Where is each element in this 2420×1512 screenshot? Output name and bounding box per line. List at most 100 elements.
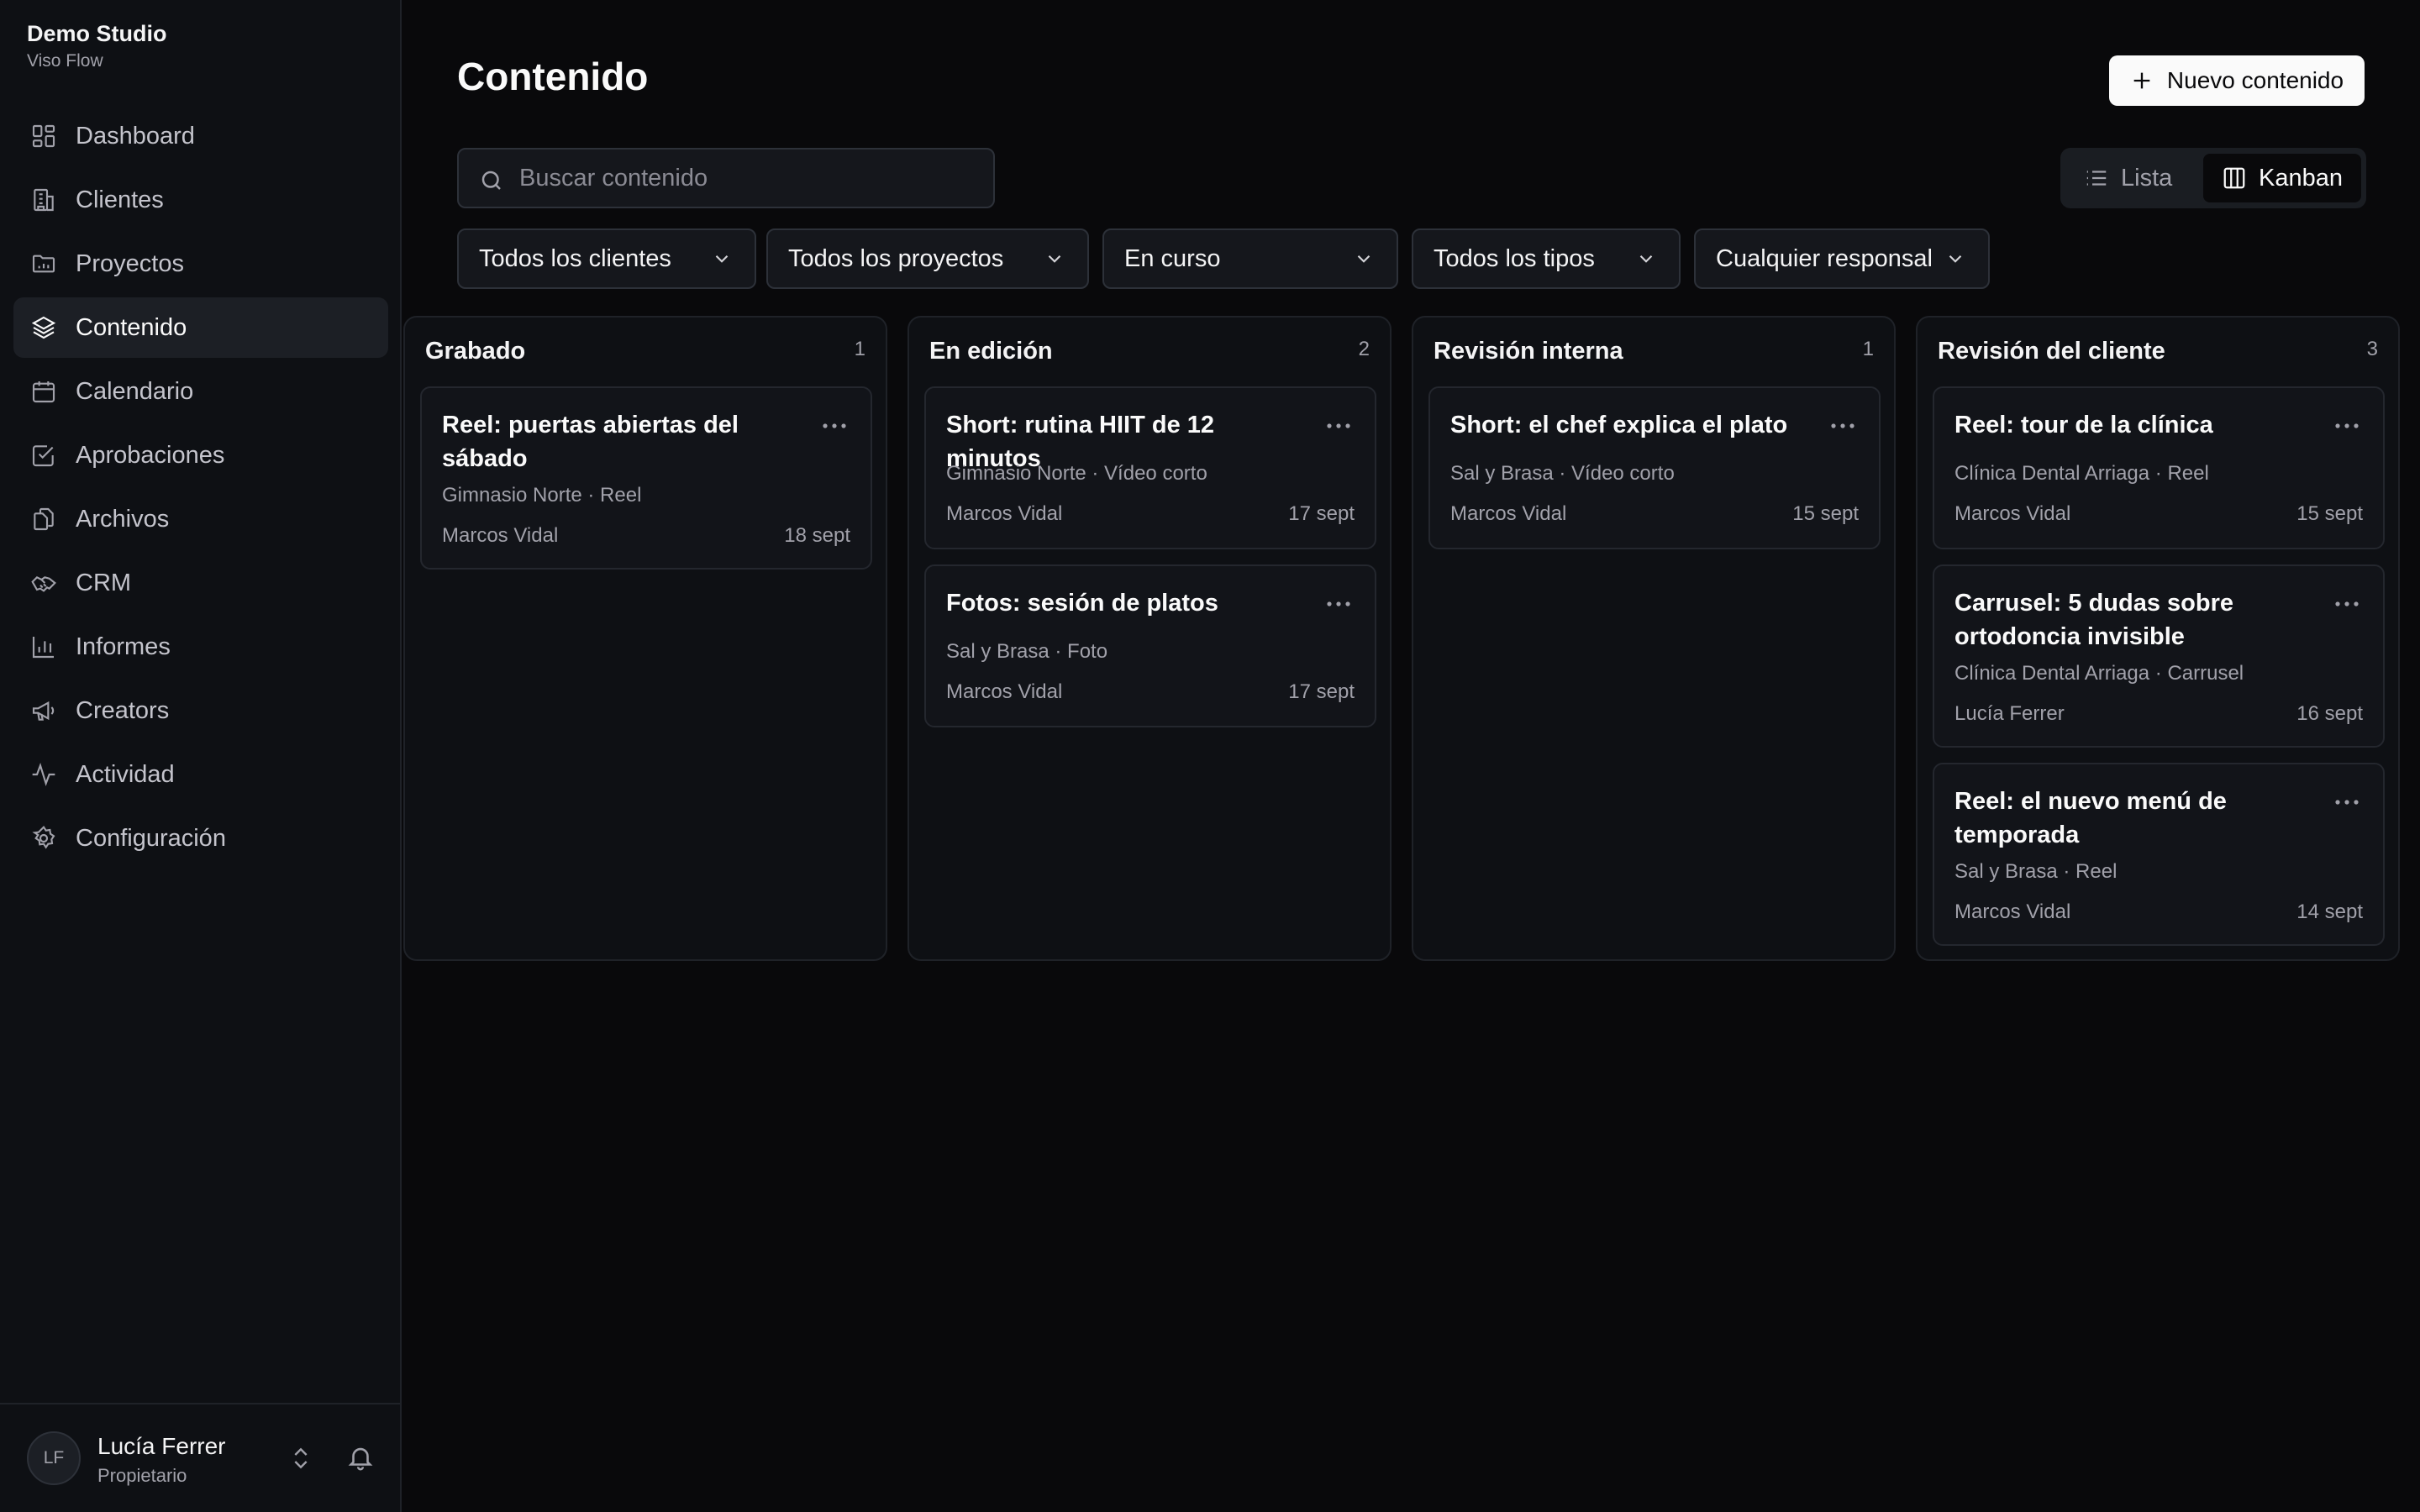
nav-label: Creators xyxy=(76,696,170,724)
more-options-icon[interactable] xyxy=(822,422,847,430)
view-list-button[interactable]: Lista xyxy=(2065,154,2191,202)
nav-label: Actividad xyxy=(76,760,175,788)
plus-icon xyxy=(2133,72,2150,89)
workspace-switcher[interactable]: Demo Studio Viso Flow xyxy=(27,18,167,74)
folder-icon xyxy=(32,255,55,273)
card-date: 18 sept xyxy=(784,524,850,547)
chevron-down-icon xyxy=(1639,255,1653,263)
column-title: Revisión del cliente xyxy=(1938,338,2165,365)
content-card[interactable]: Reel: el nuevo menú de temporada Sal y B… xyxy=(1933,763,2385,946)
main-nav: Dashboard Clientes Proyectos Contenido C… xyxy=(13,106,388,872)
content-card[interactable]: Short: rutina HIIT de 12 minutos Gimnasi… xyxy=(924,386,1376,549)
chevron-down-icon xyxy=(1048,255,1061,263)
column-title: Grabado xyxy=(425,338,526,365)
nav-item-proyectos[interactable]: Proyectos xyxy=(13,234,388,294)
card-title: Reel: puertas abiertas del sábado xyxy=(442,412,739,472)
more-options-icon[interactable] xyxy=(2334,422,2360,430)
nav-label: Archivos xyxy=(76,505,170,533)
more-options-icon[interactable] xyxy=(1326,600,1351,608)
workspace-name: Demo Studio xyxy=(27,21,167,46)
nav-label: Dashboard xyxy=(76,122,195,150)
card-meta: Sal y Brasa · Vídeo corto xyxy=(1450,462,1675,485)
nav-label: CRM xyxy=(76,569,132,596)
chevron-down-icon xyxy=(1357,255,1370,263)
filter-value: En curso xyxy=(1124,244,1221,272)
layers-icon xyxy=(31,316,56,339)
view-toggle: Lista Kanban xyxy=(2060,148,2366,208)
chevron-down-icon xyxy=(715,255,729,263)
filter-value: Todos los clientes xyxy=(479,244,671,272)
sidebar: Demo Studio Viso Flow Dashboard Clientes… xyxy=(0,0,402,1512)
new-content-button[interactable]: Nuevo contenido xyxy=(2109,55,2365,106)
card-owner: Marcos Vidal xyxy=(442,524,559,547)
calendar-icon xyxy=(32,381,55,403)
nav-label: Aprobaciones xyxy=(76,441,225,469)
nav-item-archivos[interactable]: Archivos xyxy=(13,489,388,549)
filter-value: Todos los proyectos xyxy=(788,244,1004,272)
kanban-column-en-edicion: En edición 2 Short: rutina HIIT de 12 mi… xyxy=(908,316,1392,961)
card-owner: Lucía Ferrer xyxy=(1954,702,2065,725)
nav-item-calendario[interactable]: Calendario xyxy=(13,361,388,422)
card-meta: Clínica Dental Arriaga · Reel xyxy=(1954,462,2209,485)
content-card[interactable]: Reel: puertas abiertas del sábado Gimnas… xyxy=(420,386,872,570)
content-card[interactable]: Short: el chef explica el plato Sal y Br… xyxy=(1428,386,1881,549)
handshake-icon xyxy=(31,576,56,592)
nav-item-configuracion[interactable]: Configuración xyxy=(13,808,388,869)
content-card[interactable]: Carrusel: 5 dudas sobre ortodoncia invis… xyxy=(1933,564,2385,748)
nav-item-informes[interactable]: Informes xyxy=(13,617,388,677)
kanban-column-revision-cliente: Revisión del cliente 3 Reel: tour de la … xyxy=(1916,316,2400,961)
bell-icon[interactable] xyxy=(346,1443,375,1472)
card-owner: Marcos Vidal xyxy=(1954,502,2071,525)
list-icon xyxy=(2086,171,2107,186)
nav-item-contenido[interactable]: Contenido xyxy=(13,297,388,358)
chevron-down-icon xyxy=(1949,255,1962,263)
search-input[interactable] xyxy=(519,150,981,207)
card-date: 15 sept xyxy=(1792,502,1859,525)
nav-item-dashboard[interactable]: Dashboard xyxy=(13,106,388,166)
files-icon xyxy=(34,507,54,531)
nav-item-crm[interactable]: CRM xyxy=(13,553,388,613)
card-owner: Marcos Vidal xyxy=(946,680,1063,703)
card-title: Short: el chef explica el plato xyxy=(1450,412,1788,438)
more-options-icon[interactable] xyxy=(2334,798,2360,806)
card-meta: Sal y Brasa · Reel xyxy=(1954,860,2118,883)
more-options-icon[interactable] xyxy=(1326,422,1351,430)
filter-project-select[interactable]: Todos los proyectos xyxy=(766,228,1089,289)
nav-label: Clientes xyxy=(76,186,164,213)
column-title: En edición xyxy=(929,338,1053,365)
nav-label: Contenido xyxy=(76,313,187,341)
card-owner: Marcos Vidal xyxy=(1954,900,2071,923)
column-count: 2 xyxy=(1358,338,1370,360)
chevrons-up-down-icon[interactable] xyxy=(287,1443,314,1473)
view-list-label: Lista xyxy=(2121,164,2173,192)
filter-status-select[interactable]: En curso xyxy=(1102,228,1398,289)
filter-client-select[interactable]: Todos los clientes xyxy=(457,228,756,289)
nav-item-actividad[interactable]: Actividad xyxy=(13,744,388,805)
card-title: Fotos: sesión de platos xyxy=(946,590,1218,617)
card-date: 15 sept xyxy=(2296,502,2363,525)
content-card[interactable]: Fotos: sesión de platos Sal y Brasa · Fo… xyxy=(924,564,1376,727)
gear-icon xyxy=(32,825,55,849)
card-meta: Clínica Dental Arriaga · Carrusel xyxy=(1954,662,2244,685)
card-title: Reel: el nuevo menú de temporada xyxy=(1954,788,2227,848)
card-date: 17 sept xyxy=(1288,502,1355,525)
filter-type-select[interactable]: Todos los tipos xyxy=(1412,228,1681,289)
view-kanban-button[interactable]: Kanban xyxy=(2203,154,2361,202)
nav-item-aprobaciones[interactable]: Aprobaciones xyxy=(13,425,388,486)
more-options-icon[interactable] xyxy=(2334,600,2360,608)
filter-owner-select[interactable]: Cualquier responsal xyxy=(1694,228,1990,289)
nav-item-clientes[interactable]: Clientes xyxy=(13,170,388,230)
card-date: 14 sept xyxy=(2296,900,2363,923)
more-options-icon[interactable] xyxy=(1830,422,1855,430)
column-title: Revisión interna xyxy=(1434,338,1623,365)
nav-label: Calendario xyxy=(76,377,194,405)
avatar[interactable]: LF xyxy=(27,1431,81,1485)
check-square-icon xyxy=(32,445,54,467)
product-name: Viso Flow xyxy=(27,51,103,71)
view-kanban-label: Kanban xyxy=(2259,164,2343,192)
nav-item-creators[interactable]: Creators xyxy=(13,680,388,741)
user-menu: LF Lucía Ferrer Propietario xyxy=(0,1403,400,1512)
card-meta: Gimnasio Norte · Reel xyxy=(442,484,642,507)
content-card[interactable]: Reel: tour de la clínica Clínica Dental … xyxy=(1933,386,2385,549)
column-count: 3 xyxy=(2366,338,2378,360)
